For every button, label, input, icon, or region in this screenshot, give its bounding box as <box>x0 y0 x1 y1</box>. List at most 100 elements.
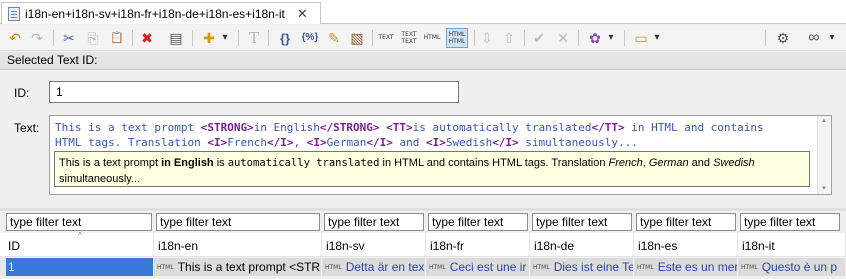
close-icon[interactable]: ✕ <box>297 7 308 20</box>
html-tag: <I> <box>425 136 446 149</box>
filter-input-es[interactable]: type filter text <box>636 213 736 231</box>
cell-en[interactable]: HTML This is a text prompt <STR <box>154 258 322 276</box>
html-badge: HTML <box>533 263 550 271</box>
filter-input-id[interactable]: type filter text <box>6 213 152 231</box>
filter-input-it[interactable]: type filter text <box>740 213 840 231</box>
text-mode-button[interactable]: TEXT <box>376 28 396 48</box>
source-text-run: in English <box>253 121 320 134</box>
html-badge: HTML <box>637 263 654 271</box>
dropdown-icon[interactable]: ▾ <box>219 28 231 48</box>
braces-icon[interactable]: {} <box>275 28 295 48</box>
column-header-es[interactable]: i18n-es <box>634 233 738 257</box>
toolbar-separator <box>268 30 269 46</box>
arrow-down-icon[interactable]: ⇩ <box>478 28 496 48</box>
sort-ascending-icon: ^ <box>78 231 82 240</box>
dropdown-icon[interactable]: ▾ <box>605 28 617 48</box>
html-tag: <TT> <box>386 121 413 134</box>
column-header-en[interactable]: i18n-en <box>154 233 322 257</box>
cell-es[interactable]: HTML Este es un mer <box>634 258 738 276</box>
picture-icon[interactable]: ▧ <box>348 28 366 48</box>
html-badge: HTML <box>741 263 758 271</box>
html-tag: </I> <box>366 136 393 149</box>
language-icon[interactable]: ✿ <box>586 28 604 48</box>
add-icon[interactable]: ✚ <box>200 28 218 48</box>
column-header-it[interactable]: i18n-it <box>738 233 846 257</box>
undo-icon[interactable]: ↶ <box>6 28 24 48</box>
check-icon[interactable]: ✔ <box>530 28 548 48</box>
redo-icon[interactable]: ↷ <box>28 28 46 48</box>
source-text-run: German <box>326 136 367 149</box>
source-line-1: This is a text prompt <STRONG>in English… <box>55 121 764 134</box>
dropdown-icon[interactable]: ▾ <box>651 28 663 48</box>
html-tag: <I> <box>207 136 228 149</box>
toolbar-separator <box>578 30 579 46</box>
toolbar-separator <box>372 30 373 46</box>
filter-input-sv[interactable]: type filter text <box>324 213 424 231</box>
toolbar: ↶ ↷ ✂ ⎘ 📋 ✖ ▤ ✚ ▾ T {} {%} ✎ ▧ TEXT TEXT… <box>0 25 846 51</box>
source-text-run: and <box>392 136 426 149</box>
id-field[interactable]: 1 <box>49 81 459 103</box>
source-line-2: HTML tags. Translation <I>French</I>, <I… <box>55 136 638 149</box>
column-header-sv[interactable]: i18n-sv <box>322 233 426 257</box>
selected-text-id-header: Selected Text ID: <box>0 52 846 70</box>
text-label: Text: <box>14 121 40 135</box>
toolbar-separator <box>524 30 525 46</box>
id-label: ID: <box>14 86 30 100</box>
editor-tab-bar: i18n-en+i18n-sv+i18n-fr+i18n-de+i18n-es+… <box>0 0 846 24</box>
cut-icon[interactable]: ✂ <box>60 28 78 48</box>
html-compare-button[interactable]: HTML HTML <box>446 28 468 48</box>
html-badge: HTML <box>157 263 174 271</box>
filter-row: type filter text type filter text type f… <box>0 211 846 233</box>
editor-tab[interactable]: i18n-en+i18n-sv+i18n-fr+i18n-de+i18n-es+… <box>1 2 321 24</box>
parameters-icon[interactable]: {%} <box>299 28 321 48</box>
filter-input-de[interactable]: type filter text <box>532 213 632 231</box>
table-header: ID ^ i18n-en i18n-sv i18n-fr i18n-de i18… <box>0 231 846 257</box>
editor-tab-title: i18n-en+i18n-sv+i18n-fr+i18n-de+i18n-es+… <box>25 6 285 21</box>
paste-icon[interactable]: 📋 <box>108 28 126 48</box>
edit-icon[interactable]: ✎ <box>325 28 343 48</box>
text-compare-button[interactable]: TEXT TEXT <box>399 28 419 48</box>
cell-de[interactable]: HTML Dies ist eine Te <box>530 258 634 276</box>
toolbar-separator <box>624 30 625 46</box>
source-text-run: is automatically translated <box>412 121 592 134</box>
delete-icon[interactable]: ✖ <box>138 28 156 48</box>
file-icon <box>8 6 20 21</box>
translate-icon[interactable]: T <box>244 28 264 48</box>
source-text-run: in HTML and contains <box>624 121 764 134</box>
table-view-icon[interactable]: ▤ <box>166 28 186 48</box>
copy-icon[interactable]: ⎘ <box>84 28 102 48</box>
toolbar-separator <box>765 30 766 46</box>
cell-fr[interactable]: HTML Ceci est une ir <box>426 258 530 276</box>
filter-input-fr[interactable]: type filter text <box>428 213 528 231</box>
column-header-id[interactable]: ID ^ <box>4 231 154 257</box>
notes-icon[interactable]: ▭ <box>632 28 650 48</box>
settings-icon[interactable]: ⚙ <box>774 28 792 48</box>
arrow-up-icon[interactable]: ⇧ <box>500 28 518 48</box>
html-tag: <I> <box>306 136 327 149</box>
cell-it[interactable]: HTML Questo è un p <box>738 258 846 276</box>
source-text-run: This is a text prompt <box>55 121 201 134</box>
source-text-run: HTML tags. Translation <box>55 136 208 149</box>
html-tag: </STRONG> <box>319 121 380 134</box>
cell-sv[interactable]: HTML Detta är en tex <box>322 258 426 276</box>
cell-id[interactable]: 1 <box>6 258 154 276</box>
html-mode-button[interactable]: HTML <box>422 28 442 48</box>
source-text-run: , <box>293 136 307 149</box>
column-header-de[interactable]: i18n-de <box>530 233 634 257</box>
column-header-fr[interactable]: i18n-fr <box>426 233 530 257</box>
details-panel: ID: 1 Text: This is a text prompt <STRON… <box>0 70 846 208</box>
filter-input-en[interactable]: type filter text <box>156 213 320 231</box>
dropdown-icon[interactable]: ▾ <box>826 28 838 48</box>
source-text-run: Swedish <box>445 136 493 149</box>
table-row[interactable]: 1 HTML This is a text prompt <STR HTML Det… <box>0 258 846 276</box>
toolbar-separator <box>192 30 193 46</box>
cross-icon[interactable]: ✕ <box>554 28 572 48</box>
toolbar-separator <box>474 30 475 46</box>
vertical-scrollbar[interactable] <box>817 116 831 194</box>
html-tag: </I> <box>492 136 519 149</box>
glasses-icon[interactable]: ∞ <box>804 28 824 48</box>
html-badge: HTML <box>325 263 342 271</box>
html-tag: <STRONG> <box>200 121 254 134</box>
toolbar-separator <box>53 30 54 46</box>
toolbar-separator <box>238 30 239 46</box>
